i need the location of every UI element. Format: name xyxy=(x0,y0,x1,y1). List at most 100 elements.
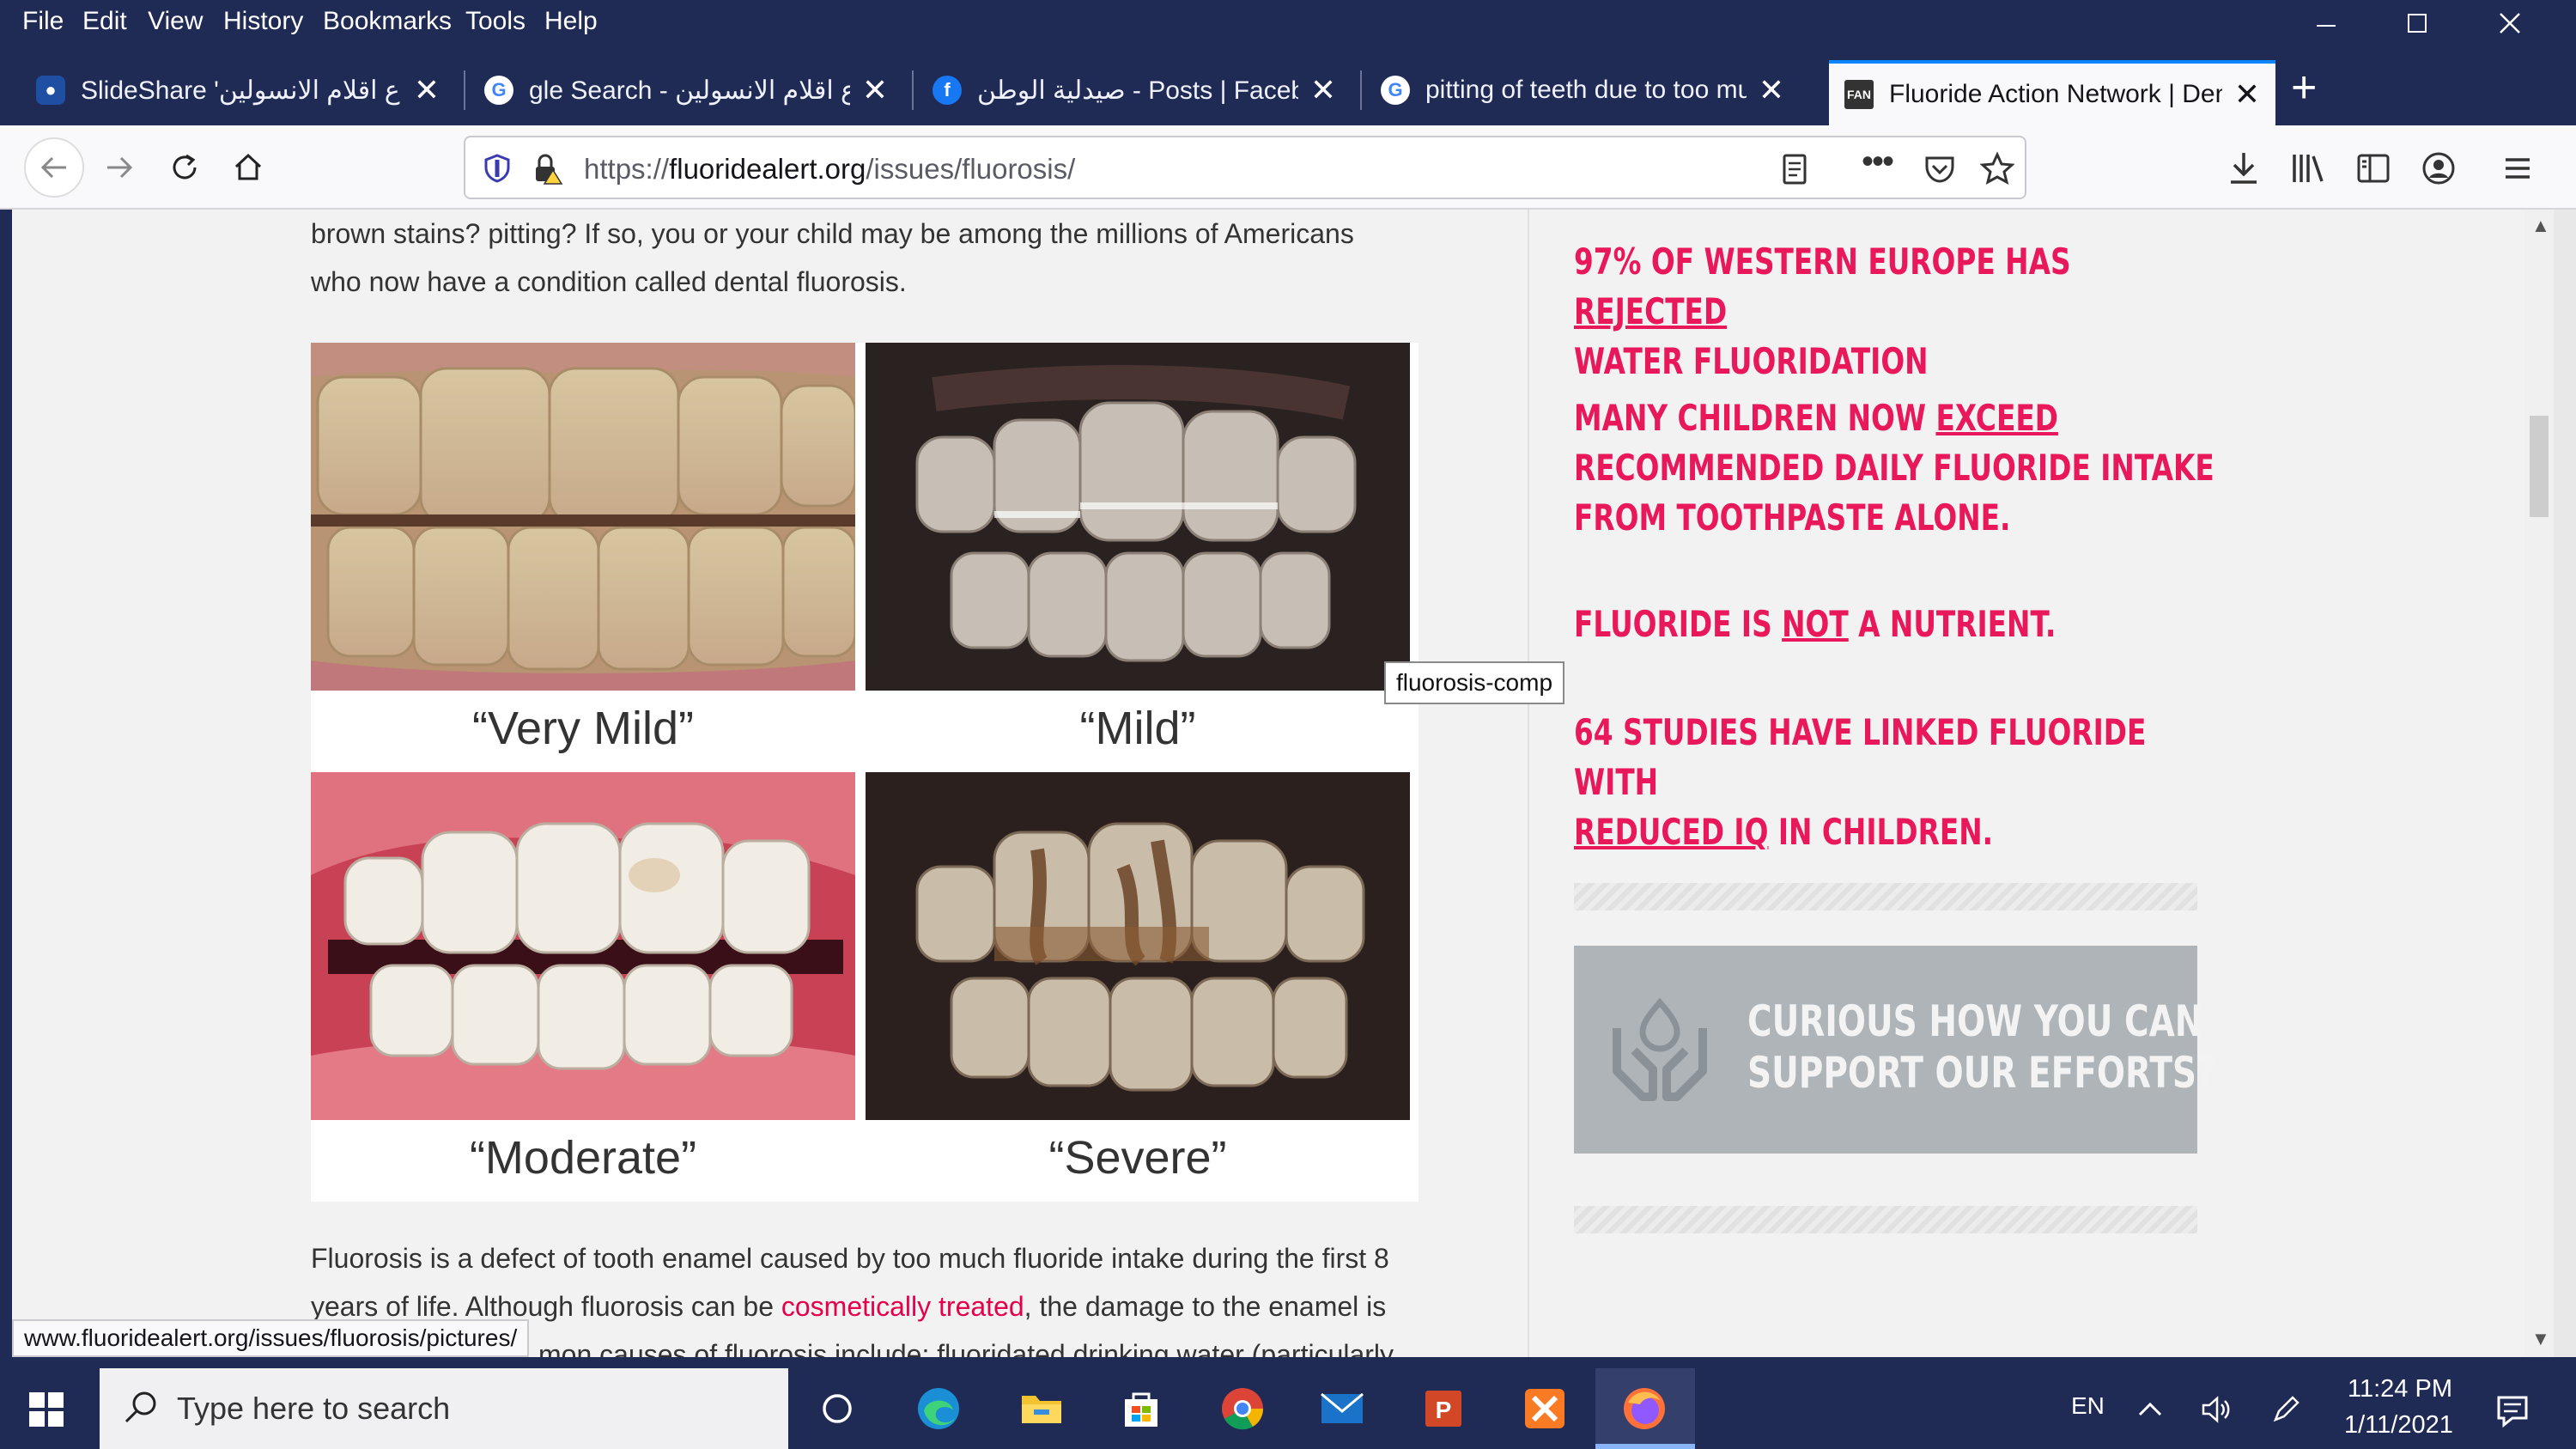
tab-title: pitting of teeth due to too muc xyxy=(1425,76,1747,104)
tab-title: gle Search - انواع اقلام الانسولين xyxy=(529,76,850,105)
text-span: , the damage to the enamel is xyxy=(1024,1291,1387,1322)
background-window-edge xyxy=(2554,210,2576,1357)
moderate-teeth-photo xyxy=(311,772,855,1120)
hamburger-menu-icon[interactable] xyxy=(2500,151,2535,186)
more-actions-icon[interactable]: ••• xyxy=(1862,143,1894,181)
tab-pitting-search[interactable]: G pitting of teeth due to too muc ✕ xyxy=(1365,58,1800,122)
menu-bookmarks[interactable]: Bookmarks xyxy=(323,7,452,36)
caption-very-mild: “Very Mild” xyxy=(471,703,695,754)
fact-not-nutrient[interactable]: FLUORIDE IS NOT A NUTRIENT. xyxy=(1574,600,2230,649)
language-indicator[interactable]: EN xyxy=(2071,1392,2105,1420)
tab-fluoride-action-network[interactable]: FAN Fluoride Action Network | Dent ✕ xyxy=(1829,60,2275,125)
search-placeholder: Type here to search xyxy=(177,1391,451,1426)
cosmetically-treated-link[interactable]: cosmetically treated xyxy=(781,1291,1024,1322)
menu-view[interactable]: View xyxy=(148,7,203,36)
support-banner[interactable]: CURIOUS HOW YOU CAN SUPPORT OUR EFFORTS? xyxy=(1574,946,2216,1154)
hatch-divider xyxy=(1574,1206,2197,1233)
url-bar[interactable]: https://fluoridealert.org/issues/fluoros… xyxy=(464,136,2026,199)
back-button[interactable] xyxy=(24,137,84,198)
sidebar-toggle-icon[interactable] xyxy=(2354,149,2392,187)
firefox-icon[interactable] xyxy=(1619,1384,1669,1434)
mail-icon[interactable] xyxy=(1317,1384,1367,1434)
account-icon[interactable] xyxy=(2420,149,2458,187)
text-line: who now have a condition called dental f… xyxy=(311,266,907,297)
article-column: brown stains? pitting? If so, you or you… xyxy=(12,210,1528,1357)
tracking-shield-icon[interactable] xyxy=(483,153,512,184)
text-line: CURIOUS HOW YOU CAN xyxy=(1747,996,2203,1046)
image-tooltip: fluorosis-comp xyxy=(1384,661,1564,704)
fan-icon: FAN xyxy=(1844,80,1874,109)
google-icon: G xyxy=(484,76,513,105)
text-line: Fluorosis is a defect of tooth enamel ca… xyxy=(311,1243,1389,1274)
close-window-icon[interactable] xyxy=(2497,10,2523,36)
clock-date[interactable]: 1/11/2021 xyxy=(2344,1411,2453,1440)
xampp-icon[interactable] xyxy=(1520,1384,1570,1434)
scroll-down-icon[interactable]: ▼ xyxy=(2531,1328,2550,1350)
reader-view-icon[interactable] xyxy=(1779,153,1810,186)
tab-slideshare[interactable]: ● SlideShare 'انواع اقلام الانسولين' ✕ xyxy=(21,58,455,122)
scroll-thumb[interactable] xyxy=(2530,416,2549,517)
fact-reduced-iq[interactable]: 64 STUDIES HAVE LINKED FLUORIDE WITH RED… xyxy=(1574,708,2230,857)
fact-children-exceed[interactable]: MANY CHILDREN NOW EXCEED RECOMMENDED DAIL… xyxy=(1574,393,2230,543)
menu-file[interactable]: File xyxy=(22,7,64,36)
insecure-lock-icon[interactable] xyxy=(529,151,563,186)
maximize-icon[interactable] xyxy=(2404,10,2430,36)
arrow-right-icon xyxy=(107,156,133,179)
menu-bar: File Edit View History Bookmarks Tools H… xyxy=(0,0,2576,43)
taskbar-search-box[interactable]: Type here to search xyxy=(100,1368,788,1449)
minimize-icon[interactable] xyxy=(2313,10,2339,36)
volume-icon[interactable] xyxy=(2198,1392,2233,1427)
caption-mild: “Mild” xyxy=(1079,703,1196,754)
mild-teeth-photo xyxy=(866,343,1410,691)
severe-teeth-photo xyxy=(866,772,1410,1120)
tab-title: SlideShare 'انواع اقلام الانسولين' xyxy=(81,76,402,105)
fact-western-europe[interactable]: 97% OF WESTERN EUROPE HAS REJECTED WATER… xyxy=(1574,237,2230,387)
text-line: SUPPORT OUR EFFORTS? xyxy=(1747,1048,2216,1098)
menu-tools[interactable]: Tools xyxy=(465,7,526,36)
home-button[interactable] xyxy=(218,137,278,198)
close-icon[interactable]: ✕ xyxy=(862,72,888,108)
hatch-divider xyxy=(1574,883,2197,910)
very-mild-teeth-photo xyxy=(311,343,855,691)
close-icon[interactable]: ✕ xyxy=(1310,72,1336,108)
scroll-up-icon[interactable]: ▲ xyxy=(2531,215,2550,237)
close-icon[interactable]: ✕ xyxy=(2234,76,2260,113)
menu-history[interactable]: History xyxy=(223,7,303,36)
tab-facebook[interactable]: f صيدلية الوطن - Posts | Faceboo ✕ xyxy=(917,58,1352,122)
forward-button[interactable] xyxy=(89,137,149,198)
downloads-icon[interactable] xyxy=(2226,149,2262,187)
navigation-toolbar: https://fluoridealert.org/issues/fluoros… xyxy=(0,125,2576,210)
chevron-up-icon[interactable] xyxy=(2135,1394,2166,1425)
pen-icon[interactable] xyxy=(2269,1392,2303,1427)
bookmark-star-icon[interactable] xyxy=(1980,151,2014,186)
menu-help[interactable]: Help xyxy=(544,7,598,36)
intro-paragraph: brown stains? pitting? If so, you or you… xyxy=(311,210,1444,306)
edge-browser-icon[interactable] xyxy=(914,1384,963,1434)
arrow-left-icon xyxy=(40,156,66,179)
slideshare-icon: ● xyxy=(36,76,65,105)
tab-title: Fluoride Action Network | Dent xyxy=(1889,80,2222,108)
file-explorer-icon[interactable] xyxy=(1017,1384,1066,1434)
clock-time[interactable]: 11:24 PM xyxy=(2348,1375,2452,1403)
new-tab-button[interactable]: + xyxy=(2291,62,2317,113)
url-text[interactable]: https://fluoridealert.org/issues/fluoros… xyxy=(584,153,1075,186)
task-view-icon[interactable] xyxy=(812,1384,862,1434)
reload-button[interactable] xyxy=(155,137,215,198)
tab-google-search[interactable]: G gle Search - انواع اقلام الانسولين ✕ xyxy=(469,58,903,122)
reload-icon xyxy=(173,154,197,180)
pocket-icon[interactable] xyxy=(1923,153,1956,186)
powerpoint-icon[interactable]: P xyxy=(1419,1384,1468,1434)
microsoft-store-icon[interactable] xyxy=(1116,1384,1166,1434)
notifications-icon[interactable] xyxy=(2494,1391,2531,1428)
chrome-icon[interactable] xyxy=(1218,1384,1267,1434)
close-icon[interactable]: ✕ xyxy=(1759,72,1784,108)
text-span: years of life. Although fluorosis can be xyxy=(311,1291,781,1322)
fluorosis-comparison-figure[interactable]: “Very Mild” “Mild” “Moderate” “Severe” xyxy=(311,343,1419,1202)
windows-start-icon[interactable] xyxy=(29,1392,64,1427)
facebook-icon: f xyxy=(933,76,962,105)
tab-separator xyxy=(1360,70,1362,110)
page-scrollbar[interactable]: ▲ ▼ xyxy=(2524,210,2554,1357)
menu-edit[interactable]: Edit xyxy=(82,7,127,36)
library-icon[interactable] xyxy=(2289,149,2327,187)
close-icon[interactable]: ✕ xyxy=(414,72,440,108)
